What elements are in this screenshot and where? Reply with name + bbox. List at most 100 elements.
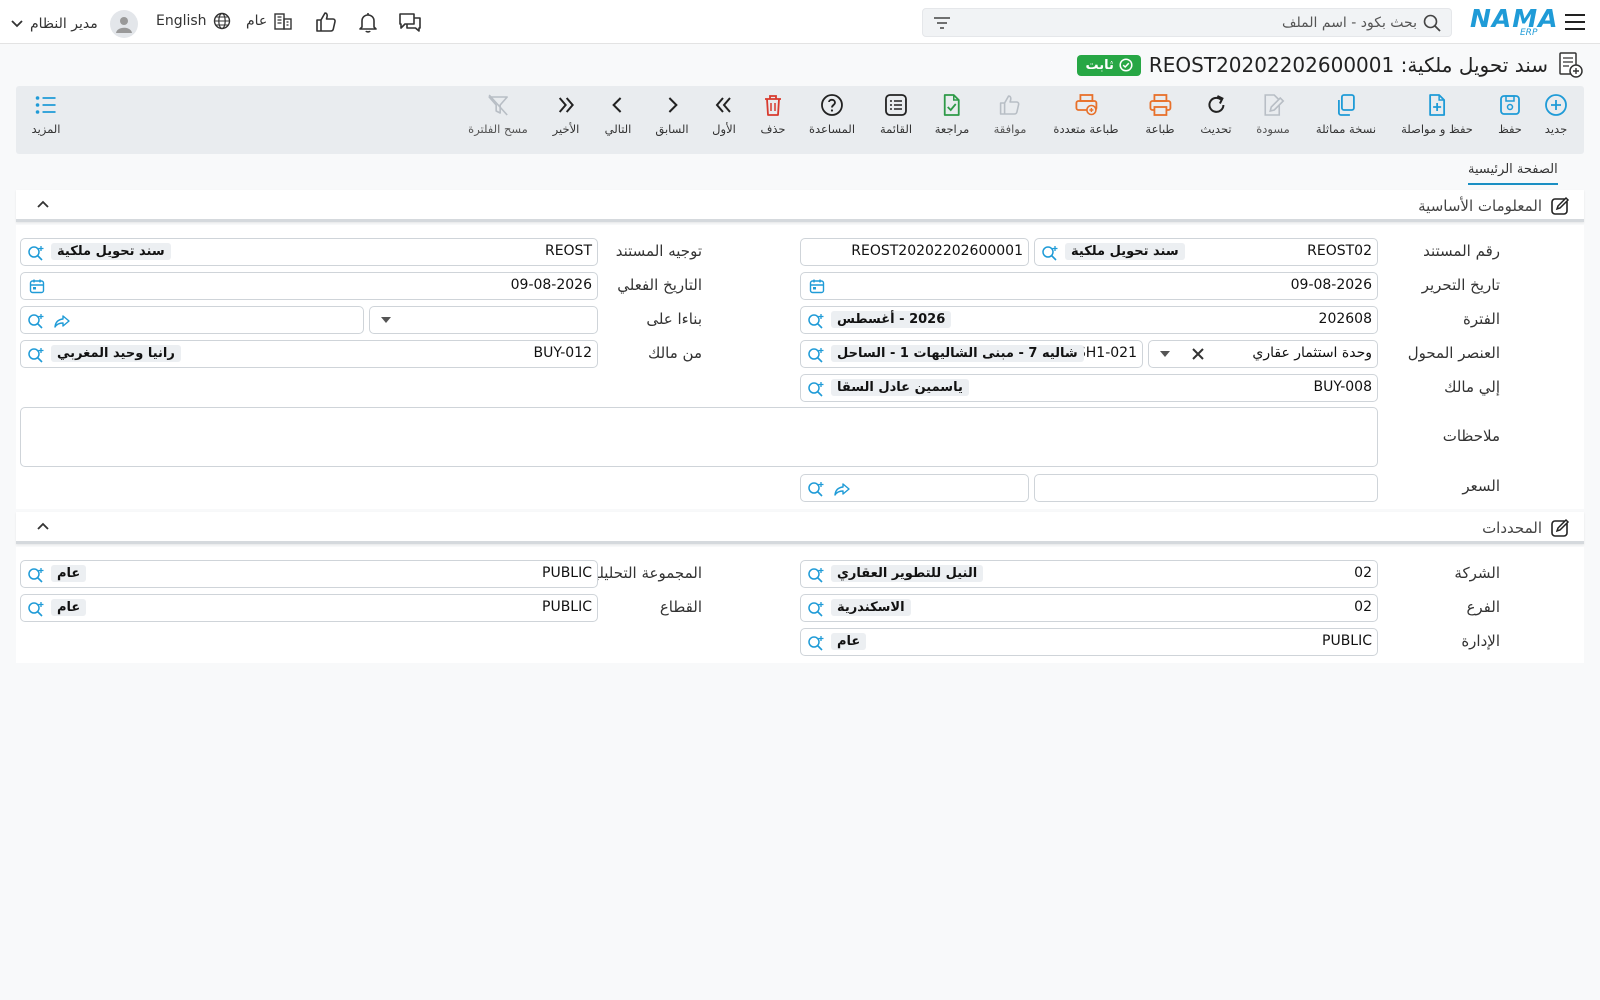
list-icon (883, 92, 909, 118)
edit-icon (1550, 518, 1570, 538)
scope-switch[interactable]: عام (246, 12, 293, 30)
previous-button[interactable]: السابق (655, 92, 689, 136)
price-label: السعر (1462, 477, 1500, 495)
lookup-search-icon[interactable] (27, 312, 45, 330)
clear-filter-button[interactable]: مسح الفلترة (468, 92, 528, 136)
lookup-search-icon[interactable] (807, 312, 825, 330)
clear-filter-label: مسح الفلترة (468, 122, 528, 136)
edit-icon (1550, 196, 1570, 216)
to-owner-label: إلي مالك (1444, 378, 1500, 396)
save-button[interactable]: حفظ (1497, 92, 1523, 136)
basic-info-section-header[interactable]: المعلومات الأساسية (16, 190, 1584, 222)
basic-info-title: المعلومات الأساسية (1418, 197, 1542, 215)
lookup-search-icon[interactable] (807, 346, 825, 364)
calendar-icon[interactable] (29, 278, 45, 294)
item-type-select[interactable]: وحدة استثمار عقاري (1148, 340, 1378, 368)
sector-field[interactable]: PUBLIC عام (20, 594, 598, 622)
lookup-search-icon[interactable] (27, 600, 45, 618)
analysis-group-code: PUBLIC (542, 565, 592, 581)
company-field[interactable]: 02 النيل للتطوير العقاري (800, 560, 1378, 588)
chat-icon[interactable] (397, 10, 423, 34)
lookup-search-icon[interactable] (1041, 244, 1059, 262)
share-arrow-icon[interactable] (833, 480, 851, 498)
caret-down-icon[interactable] (1159, 349, 1171, 359)
global-search[interactable] (922, 8, 1452, 37)
lookup-search-icon[interactable] (807, 566, 825, 584)
new-button-label: جديد (1544, 122, 1568, 136)
sector-desc: عام (51, 599, 87, 616)
notes-label: ملاحظات (1442, 427, 1500, 445)
draft-button[interactable]: مسودة (1256, 92, 1290, 136)
print-button[interactable]: طباعة (1145, 92, 1175, 136)
duplicate-button[interactable]: نسخة مماثلة (1316, 92, 1376, 136)
department-field[interactable]: PUBLIC عام (800, 628, 1378, 656)
lookup-search-icon[interactable] (807, 634, 825, 652)
plus-circle-icon (1543, 92, 1569, 118)
transferred-item-field[interactable]: U-SH1-021 شاليه 7 - مبنى الشاليهات 1 - ا… (800, 340, 1143, 368)
analysis-group-field[interactable]: PUBLIC عام (20, 560, 598, 588)
branch-code: 02 (1354, 599, 1372, 615)
help-button[interactable]: المساعدة (809, 92, 855, 136)
doc-number-code-field[interactable]: REOST02 سند تحويل ملكية (1034, 238, 1378, 266)
analysis-group-label: المجموعة التحليلية (586, 564, 702, 582)
doc-direction-field[interactable]: REOST سند تحويل ملكية (20, 238, 598, 266)
more-label: المزيد (31, 122, 61, 136)
avatar[interactable] (109, 10, 138, 38)
next-button[interactable]: التالي (605, 92, 631, 136)
building-icon (273, 12, 293, 30)
lookup-search-icon[interactable] (27, 346, 45, 364)
hamburger-menu-icon[interactable] (1564, 12, 1586, 32)
calendar-icon[interactable] (809, 278, 825, 294)
double-chevron-right-icon (553, 92, 579, 118)
notes-textarea[interactable] (20, 407, 1378, 467)
lookup-search-icon[interactable] (807, 480, 825, 498)
help-label: المساعدة (808, 122, 856, 136)
first-button[interactable]: الأول (711, 92, 737, 136)
new-button[interactable]: جديد (1543, 92, 1569, 136)
from-owner-field[interactable]: BUY-012 رانيا وحيد المغربي (20, 340, 598, 368)
save-continue-button[interactable]: حفظ و مواصلة (1401, 92, 1473, 136)
lookup-search-icon[interactable] (27, 244, 45, 262)
based-on-lookup[interactable] (20, 306, 364, 334)
approve-button[interactable]: موافقة (994, 92, 1026, 136)
caret-down-icon[interactable] (380, 315, 392, 325)
search-input[interactable] (951, 14, 1423, 31)
collapse-icon[interactable] (36, 199, 50, 209)
copy-icon (1333, 92, 1359, 118)
refresh-button[interactable]: تحديث (1200, 92, 1232, 136)
list-button[interactable]: القائمة (880, 92, 912, 136)
lookup-search-icon[interactable] (807, 600, 825, 618)
last-button[interactable]: الأخير (553, 92, 579, 136)
issue-date-field[interactable]: 09-08-2026 (800, 272, 1378, 300)
logo-text: NAMA (1470, 4, 1559, 33)
review-button[interactable]: مراجعة (935, 92, 969, 136)
price-input[interactable] (1034, 474, 1378, 502)
globe-icon (213, 12, 231, 30)
doc-number-field[interactable]: REOST20202202600001 (800, 238, 1029, 266)
to-owner-field[interactable]: BUY-008 ياسمين عادل السقا (800, 374, 1378, 402)
share-arrow-icon[interactable] (53, 312, 71, 330)
actual-date-field[interactable]: 09-08-2026 (20, 272, 598, 300)
delete-button[interactable]: حذف (760, 92, 786, 136)
page-title: سند تحويل ملكية: REOST20202202600001 (1148, 53, 1548, 77)
lookup-search-icon[interactable] (807, 380, 825, 398)
bell-icon[interactable] (356, 10, 380, 34)
period-field[interactable]: 202608 2026 - أغسطس (800, 306, 1378, 334)
tab-main[interactable]: الصفحة الرئيسية (1468, 162, 1558, 185)
status-badge: ثابت (1077, 54, 1141, 76)
dimensions-section-header[interactable]: المحددات (16, 512, 1584, 544)
like-icon[interactable] (314, 10, 338, 34)
more-button[interactable]: المزيد (31, 92, 61, 136)
price-lookup[interactable] (800, 474, 1029, 502)
multi-print-button[interactable]: طباعة متعددة (1053, 92, 1119, 136)
branch-field[interactable]: 02 الاسكندرية (800, 594, 1378, 622)
search-icon (1423, 14, 1441, 32)
filter-icon[interactable] (933, 15, 951, 31)
user-menu[interactable]: مدير النظام (10, 10, 138, 38)
refresh-icon (1203, 92, 1229, 118)
based-on-select[interactable] (369, 306, 598, 334)
language-switch[interactable]: English (156, 12, 231, 30)
lookup-search-icon[interactable] (27, 566, 45, 584)
clear-icon[interactable] (1191, 347, 1205, 361)
collapse-icon[interactable] (36, 521, 50, 531)
